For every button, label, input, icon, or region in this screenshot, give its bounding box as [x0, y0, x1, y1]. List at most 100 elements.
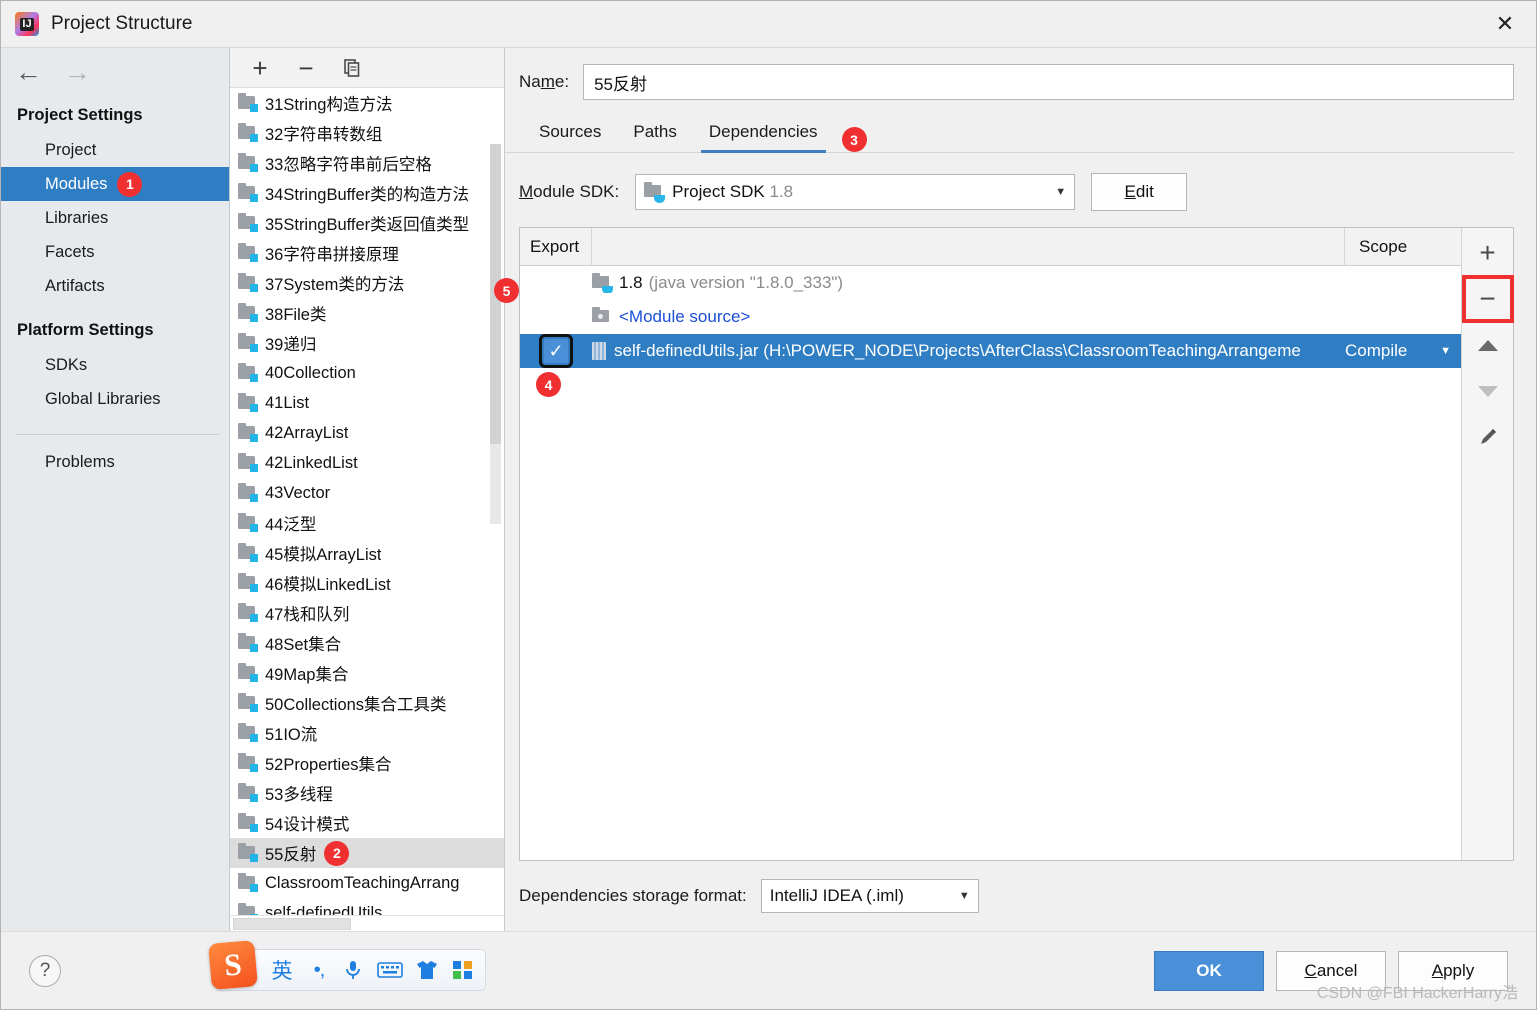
table-row[interactable]: <Module source> [520, 300, 1461, 334]
cancel-button[interactable]: Cancel [1276, 950, 1386, 991]
module-list-item[interactable]: 52Properties集合 [230, 748, 504, 778]
module-name-input[interactable] [583, 64, 1514, 100]
ok-button[interactable]: OK [1154, 950, 1264, 991]
module-list-item[interactable]: 34StringBuffer类的构造方法 [230, 178, 504, 208]
remove-module-icon[interactable]: − [294, 55, 318, 81]
dependency-scope-value: Compile [1345, 341, 1408, 360]
export-checkbox-cell: ✓ 4 [520, 334, 592, 397]
column-header-name[interactable] [592, 228, 1345, 265]
tab-paths[interactable]: Paths [617, 112, 692, 152]
storage-format-value: IntelliJ IDEA (.iml) [769, 886, 904, 905]
move-up-icon[interactable] [1463, 322, 1513, 368]
module-sdk-row: Module SDK: Project SDK 1.8 ▼ Edit [505, 153, 1536, 227]
sidebar-item-modules[interactable]: Modules 1 [1, 167, 229, 201]
module-list-item[interactable]: 41List [230, 388, 504, 418]
voice-input-icon[interactable] [336, 950, 370, 990]
module-list-item-label: 49Map集合 [265, 666, 349, 684]
module-folder-icon [238, 603, 258, 622]
module-list-item[interactable]: 51IO流 [230, 718, 504, 748]
module-list-item[interactable]: 33忽略字符串前后空格 [230, 148, 504, 178]
module-list-item[interactable]: 55反射 2 [230, 838, 504, 868]
module-list-item[interactable]: 53多线程 [230, 778, 504, 808]
module-list-item-label: 40Collection [265, 363, 356, 382]
back-arrow-icon[interactable]: ← [15, 58, 42, 86]
add-module-icon[interactable]: + [248, 55, 272, 81]
module-sdk-value: Project SDK 1.8 [672, 182, 794, 201]
sidebar-item-project[interactable]: Project [1, 133, 229, 167]
toolbox-icon[interactable] [444, 950, 482, 990]
module-list-item[interactable]: 40Collection [230, 358, 504, 388]
module-sdk-combobox[interactable]: Project SDK 1.8 ▼ [635, 174, 1076, 210]
title-bar: Project Structure ✕ [1, 1, 1536, 47]
table-row[interactable]: ✓ 4 self-definedUtils.jar (H:\POWER_NODE… [520, 334, 1461, 397]
remove-dependency-button[interactable]: − [1461, 275, 1514, 323]
sidebar-item-artifacts[interactable]: Artifacts [1, 269, 229, 303]
column-header-scope[interactable]: Scope [1345, 228, 1461, 265]
table-row[interactable]: 1.8 (java version "1.8.0_333") [520, 266, 1461, 300]
sidebar-nav: ← → [1, 48, 229, 96]
dependencies-storage-row: Dependencies storage format: IntelliJ ID… [505, 861, 1536, 931]
storage-format-combobox[interactable]: IntelliJ IDEA (.iml) ▼ [760, 879, 979, 913]
module-list-item[interactable]: 35StringBuffer类返回值类型 [230, 208, 504, 238]
dependency-name: self-definedUtils.jar (H:\POWER_NODE\Pro… [614, 341, 1301, 360]
module-list-item-label: 36字符串拼接原理 [265, 246, 399, 264]
module-list-item[interactable]: 48Set集合 [230, 628, 504, 658]
column-header-export[interactable]: Export [520, 228, 592, 265]
add-dependency-button[interactable]: + [1463, 230, 1513, 276]
tab-sources[interactable]: Sources [523, 112, 617, 152]
sidebar-item-facets[interactable]: Facets [1, 235, 229, 269]
sogou-logo-icon[interactable]: S [208, 940, 258, 990]
module-list-item[interactable]: 50Collections集合工具类 [230, 688, 504, 718]
pencil-edit-icon[interactable] [1463, 414, 1513, 460]
dependency-scope-cell[interactable]: Compile ▼ [1345, 341, 1461, 361]
modules-horizontal-scrollbar[interactable] [230, 915, 504, 931]
module-list-item[interactable]: self-definedUtils [230, 898, 504, 915]
module-list-item[interactable]: 42ArrayList [230, 418, 504, 448]
module-list-item[interactable]: 49Map集合 [230, 658, 504, 688]
module-list-item-label: ClassroomTeachingArrang [265, 873, 460, 892]
close-icon[interactable]: ✕ [1474, 1, 1536, 47]
apply-button[interactable]: Apply [1398, 950, 1508, 991]
module-list-item[interactable]: 36字符串拼接原理 [230, 238, 504, 268]
modules-vertical-scrollbar[interactable] [490, 144, 501, 524]
export-checkbox[interactable]: ✓ [539, 334, 573, 368]
module-list-item[interactable]: 54设计模式 [230, 808, 504, 838]
module-tabs: Sources Paths Dependencies 3 [505, 112, 1514, 153]
help-icon[interactable]: ? [29, 954, 61, 987]
copy-module-icon[interactable] [340, 56, 364, 80]
scrollbar-thumb[interactable] [233, 918, 351, 930]
module-list-item[interactable]: 43Vector [230, 478, 504, 508]
forward-arrow-icon[interactable]: → [64, 58, 91, 86]
dependency-name-cell: self-definedUtils.jar (H:\POWER_NODE\Pro… [592, 341, 1345, 361]
module-list-item[interactable]: 39递归 [230, 328, 504, 358]
module-list-item[interactable]: 32字符串转数组 [230, 118, 504, 148]
project-settings-heading: Project Settings [17, 106, 143, 124]
sidebar-item-global-libraries[interactable]: Global Libraries [1, 382, 229, 416]
tab-dependencies[interactable]: Dependencies [693, 112, 834, 153]
module-list-item[interactable]: 44泛型 [230, 508, 504, 538]
module-list-item[interactable]: 46模拟LinkedList [230, 568, 504, 598]
module-list-item[interactable]: 37System类的方法 [230, 268, 504, 298]
module-list-item[interactable]: 42LinkedList [230, 448, 504, 478]
module-list-item[interactable]: 47栈和队列 [230, 598, 504, 628]
module-list-item-label: 52Properties集合 [265, 756, 392, 774]
step-badge-2: 2 [324, 840, 350, 866]
sidebar-item-problems[interactable]: Problems [1, 445, 229, 479]
edit-sdk-button[interactable]: Edit [1091, 173, 1188, 211]
sidebar-item-libraries[interactable]: Libraries [1, 201, 229, 235]
sidebar-item-label: Modules [45, 175, 108, 193]
module-folder-icon [238, 663, 258, 682]
module-list-item[interactable]: 31String构造方法 [230, 88, 504, 118]
language-toggle-icon[interactable]: 英 [262, 950, 302, 990]
module-list-item[interactable]: ClassroomTeachingArrang [230, 868, 504, 898]
skin-settings-icon[interactable] [410, 950, 444, 990]
module-list-item[interactable]: 38File类 [230, 298, 504, 328]
module-list-item-label: 39递归 [265, 336, 317, 354]
sidebar-item-label: Libraries [45, 209, 109, 227]
sidebar-item-label: SDKs [45, 356, 88, 374]
module-list-item[interactable]: 45模拟ArrayList [230, 538, 504, 568]
move-down-icon[interactable] [1463, 368, 1513, 414]
punctuation-toggle-icon[interactable]: •, [302, 950, 336, 990]
sidebar-item-sdks[interactable]: SDKs [1, 348, 229, 382]
soft-keyboard-icon[interactable] [370, 950, 410, 990]
